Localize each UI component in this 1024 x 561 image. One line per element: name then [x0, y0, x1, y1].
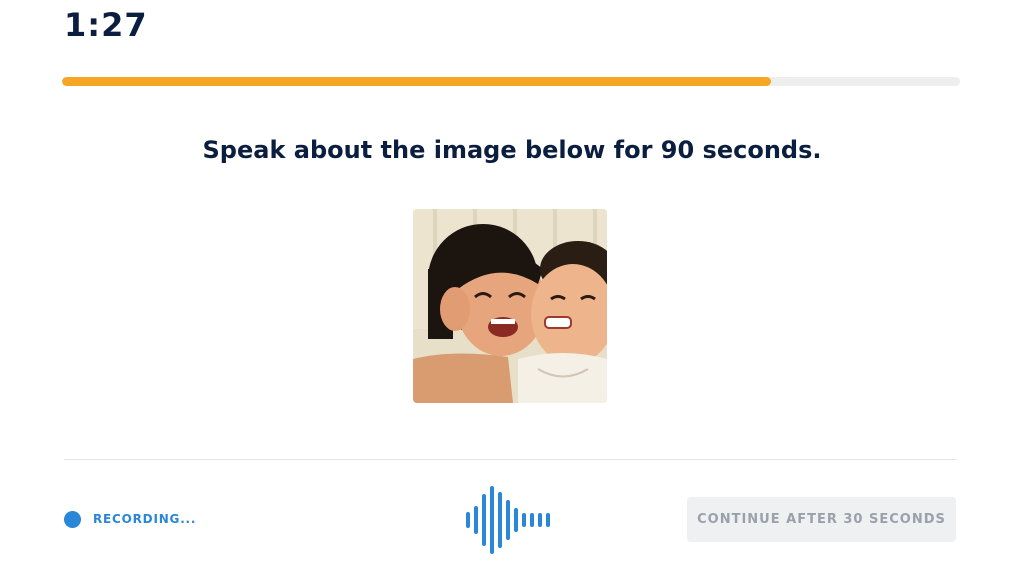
progress-bar-fill: [62, 77, 772, 86]
continue-button[interactable]: CONTINUE AFTER 30 SECONDS: [687, 497, 956, 542]
task-prompt: Speak about the image below for 90 secon…: [202, 136, 822, 164]
footer-divider: [64, 459, 957, 460]
recording-status-label: RECORDING...: [93, 512, 197, 526]
audio-waveform-icon: [464, 486, 556, 554]
two-laughing-children-image: [413, 209, 607, 403]
recording-indicator-dot: [64, 511, 81, 528]
waveform-bars: [466, 486, 550, 554]
prompt-photo: [413, 209, 607, 403]
progress-bar: [62, 77, 960, 86]
countdown-timer: 1:27: [64, 6, 148, 44]
speaking-task-screen: 1:27 Speak about the image below for 90 …: [0, 0, 1024, 561]
